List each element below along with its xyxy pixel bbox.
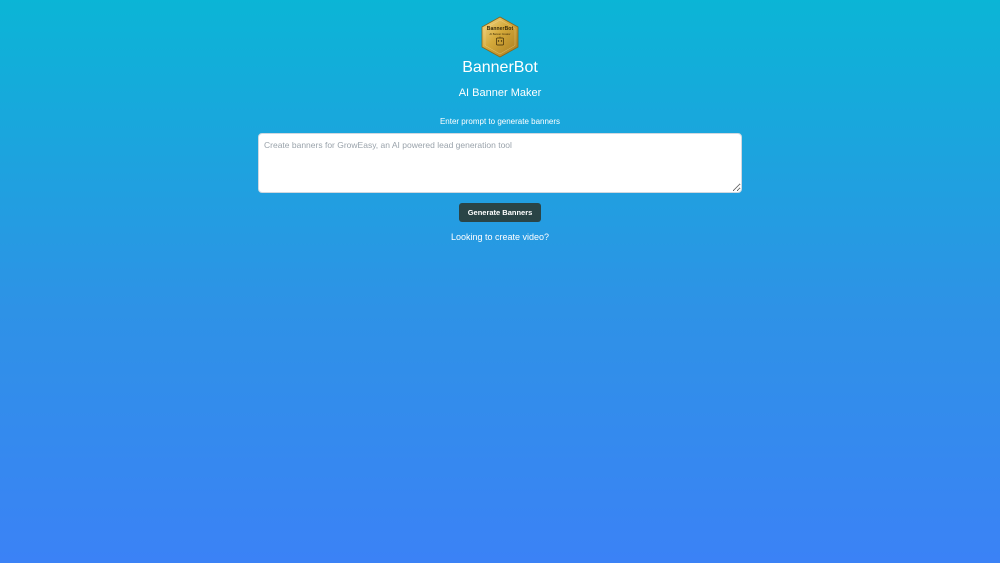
prompt-input[interactable] xyxy=(258,133,742,193)
create-video-link[interactable]: Looking to create video? xyxy=(0,231,1000,243)
prompt-label: Enter prompt to generate banners xyxy=(439,117,561,126)
app-title: BannerBot xyxy=(462,59,538,76)
logo-text: BannerBot xyxy=(486,26,514,32)
bannerbot-logo-icon: BannerBot AI Banner Creator xyxy=(480,16,520,58)
generate-banners-button[interactable]: Generate Banners xyxy=(459,203,541,222)
logo-tagline: AI Banner Creator xyxy=(489,33,511,36)
app-subtitle: AI Banner Maker xyxy=(458,87,542,99)
banner-maker-page: BannerBot AI Banner Creator BannerBot AI… xyxy=(0,0,1000,563)
